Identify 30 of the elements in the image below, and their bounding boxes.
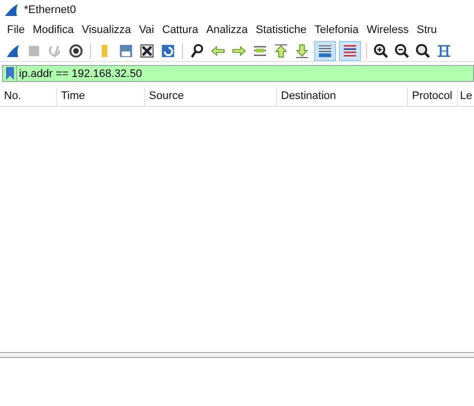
up-arrow-icon[interactable] <box>272 42 290 60</box>
column-header[interactable]: Le <box>458 87 474 106</box>
zoom-out-icon[interactable] <box>393 42 411 60</box>
column-header[interactable]: Source <box>145 87 277 106</box>
menu-item[interactable]: Telefonia <box>310 22 363 38</box>
autoscroll-icon[interactable] <box>314 40 336 60</box>
menu-item[interactable]: File <box>3 22 29 38</box>
zoom-in-icon[interactable] <box>372 42 390 60</box>
column-header[interactable]: Time <box>57 87 145 106</box>
search-icon[interactable] <box>188 42 206 60</box>
color-lines-icon[interactable] <box>339 40 361 60</box>
menu-item[interactable]: Modifica <box>28 22 78 38</box>
column-header[interactable]: Destination <box>277 87 408 106</box>
zoom-icon[interactable] <box>414 42 432 60</box>
close-icon[interactable] <box>138 42 156 60</box>
menu-item[interactable]: Wireless <box>362 22 413 38</box>
column-header[interactable]: Protocol <box>408 87 458 106</box>
gear-icon[interactable] <box>67 42 85 60</box>
bookmark-button[interactable] <box>2 65 17 82</box>
window-title: *Ethernet0 <box>24 2 76 18</box>
menu-item[interactable]: Visualizza <box>78 22 136 38</box>
menu-item[interactable]: Stru <box>412 22 441 38</box>
menu-item[interactable]: Analizza <box>202 22 252 38</box>
menu-item[interactable]: Vai <box>135 22 158 38</box>
menu-item[interactable]: Statistiche <box>252 22 311 38</box>
menu-item[interactable]: Cattura <box>158 22 202 38</box>
column-header[interactable]: No. <box>0 87 57 106</box>
down-arrow-icon[interactable] <box>293 42 311 60</box>
app-icon <box>4 3 20 17</box>
display-filter-field[interactable]: ip.addr == 192.168.32.50 <box>17 65 474 82</box>
